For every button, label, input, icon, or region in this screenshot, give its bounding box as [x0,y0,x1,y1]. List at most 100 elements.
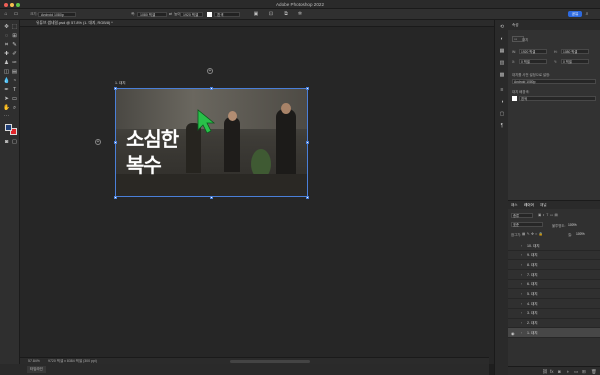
layer-name[interactable]: 9. 대지 [527,253,538,258]
object-select-tool-icon[interactable]: ⊞ [11,33,18,40]
resize-handle-r[interactable] [306,141,309,144]
channels-tab[interactable]: 패스 [511,203,518,208]
fill-value[interactable]: 100% [576,232,585,236]
paragraph-panel-icon[interactable]: ¶ [498,122,506,130]
move-tool-icon[interactable]: ✥ [3,24,10,31]
expand-chevron-icon[interactable]: › [521,273,522,277]
stamp-tool-icon[interactable]: ♟ [3,60,10,67]
expand-chevron-icon[interactable]: › [521,321,522,325]
libraries-panel-icon[interactable]: ▢ [498,110,506,118]
preset-select[interactable]: Android 1080p [38,11,76,17]
eyedropper-tool-icon[interactable]: ✎ [11,42,18,49]
quick-mask-icon[interactable]: ◙ [3,139,10,146]
layer-row[interactable]: › 5. 대지 [508,290,600,300]
resize-handle-bl[interactable] [114,196,117,199]
paths-tab[interactable]: 채널 [540,203,547,208]
height-field[interactable]: 1920 픽셀 [180,11,203,17]
history-panel-icon[interactable]: ⟲ [498,23,506,31]
artboard-bg-select[interactable]: 흰색 [519,96,596,101]
resize-handle-t[interactable] [210,87,213,90]
layer-row[interactable]: › 3. 대지 [508,309,600,319]
expand-chevron-icon[interactable]: › [521,253,522,257]
layer-row[interactable]: › 8. 대지 [508,260,600,271]
history-brush-tool-icon[interactable]: ✑ [11,60,18,67]
fill-swatch[interactable] [207,12,212,17]
fill-select[interactable]: 흰색 [214,11,240,17]
opacity-value[interactable]: 100% [568,223,577,227]
timeline-tab[interactable]: 타임라인 [27,366,46,373]
layer-name[interactable]: 6. 대지 [527,282,538,287]
layer-name[interactable]: 4. 대지 [527,302,538,307]
path-select-tool-icon[interactable]: ➤ [3,96,10,103]
artboard-bg-swatch[interactable] [512,96,517,101]
document-tab[interactable]: 유튜브 썸네일.psd @ 57.8% (1. 대지, RGB/8) * [20,20,500,27]
new-layer-icon[interactable]: ⊞ [582,369,586,375]
foreground-color-swatch[interactable] [5,124,12,131]
more-tools-icon[interactable]: ⋯ [3,114,10,121]
expand-chevron-icon[interactable]: › [521,244,522,248]
add-artboard-left-icon[interactable]: + [95,139,101,145]
blend-mode-select[interactable]: 표준 [511,222,543,227]
brush-tool-icon[interactable]: ✐ [11,51,18,58]
gradients-panel-icon[interactable]: ▥ [498,59,506,67]
zoom-readout[interactable]: 57.84% [28,359,40,363]
headline-line-2[interactable]: 복수 [126,149,162,178]
add-artboard-top-icon[interactable]: + [207,68,213,74]
zoom-tool-icon[interactable]: ⌕ [11,105,18,112]
expand-chevron-icon[interactable]: › [521,292,522,296]
visibility-eye-icon[interactable]: ◉ [511,331,515,336]
dodge-tool-icon[interactable]: ◔ [11,78,18,85]
filter-icons[interactable]: ▣◐T▭▤ [538,213,559,217]
link-layers-icon[interactable]: ⛓ [542,369,548,375]
layer-row[interactable]: › 4. 대지 [508,299,600,309]
healing-tool-icon[interactable]: ✚ [3,51,10,58]
width-field[interactable]: 1080 픽셀 [137,11,167,17]
artboard-height-field[interactable]: 1080 픽셀 [561,49,589,54]
artboard-preset-select[interactable]: Android 1080p [512,79,596,84]
adjustment-layer-icon[interactable]: ◑ [566,369,569,374]
gradient-tool-icon[interactable]: ▤ [11,69,18,76]
layer-row[interactable]: › 10. 대지 [508,241,600,251]
layer-filter-select[interactable]: 종류 [511,213,533,218]
layer-name[interactable]: 10. 대지 [527,244,540,249]
properties-panel-icon[interactable]: ≡ [498,86,506,94]
color-panel-icon[interactable]: ◐ [498,35,506,43]
layer-row[interactable]: › 7. 대지 [508,270,600,280]
layer-style-icon[interactable]: fx [550,369,554,374]
layer-name[interactable]: 1. 대지 [527,331,538,336]
marquee-tool-icon[interactable]: ⬚ [11,24,18,31]
properties-tab[interactable]: 속성 [512,23,519,28]
artboard-y-field[interactable]: 0 픽셀 [561,59,589,64]
swatches-panel-icon[interactable]: ▦ [498,47,506,55]
mask-icon[interactable]: ◙ [558,369,561,374]
layer-name[interactable]: 8. 대지 [527,263,538,268]
resize-handle-br[interactable] [306,196,309,199]
lasso-tool-icon[interactable]: ◌ [3,33,10,40]
type-tool-icon[interactable]: T [11,87,18,94]
headline-line-1[interactable]: 소심한 [126,123,179,152]
layer-name[interactable]: 3. 대지 [527,311,538,316]
swap-icon[interactable]: ⇄ [169,12,172,16]
eraser-tool-icon[interactable]: ◫ [3,69,10,76]
layers-tab[interactable]: 레이어 [524,203,534,208]
expand-chevron-icon[interactable]: › [521,302,522,306]
layer-row[interactable]: › 9. 대지 [508,251,600,261]
layer-name[interactable]: 5. 대지 [527,292,538,297]
layer-name[interactable]: 7. 대지 [527,273,538,278]
new-group-icon[interactable]: ▭ [574,369,578,375]
layer-row[interactable]: › 6. 대지 [508,280,600,290]
expand-chevron-icon[interactable]: › [521,263,522,267]
expand-chevron-icon[interactable]: › [521,311,522,315]
expand-chevron-icon[interactable]: › [521,331,522,335]
artboard-tool-icon[interactable]: ▭ [13,11,19,17]
expand-chevron-icon[interactable]: › [521,282,522,286]
layer-row[interactable]: ◉ › 1. 대지 [508,328,600,338]
settings-icon[interactable]: ✲ [297,11,303,17]
artboard-width-field[interactable]: 1920 픽셀 [519,49,547,54]
artboard-x-field[interactable]: 0 픽셀 [519,59,547,64]
home-icon[interactable]: ⌂ [3,11,9,17]
layer-row[interactable]: › 2. 대지 [508,319,600,329]
search-icon[interactable]: ⌕ [584,11,590,17]
hand-tool-icon[interactable]: ✋ [3,105,10,112]
resize-handle-tl[interactable] [114,87,117,90]
